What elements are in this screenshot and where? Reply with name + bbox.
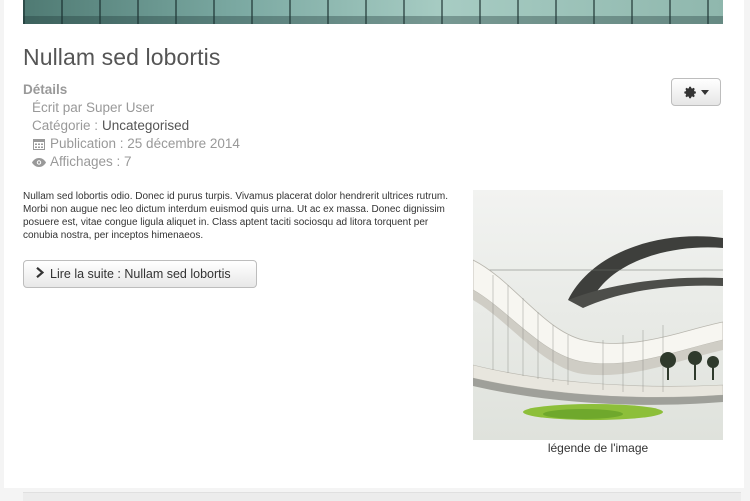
calendar-icon (32, 138, 46, 150)
eye-icon (32, 157, 46, 167)
category-line: Catégorie : Uncategorised (23, 117, 240, 135)
article-body: Nullam sed lobortis odio. Donec id purus… (23, 191, 449, 241)
category-label: Catégorie : (32, 118, 99, 133)
header-image (23, 0, 723, 24)
gear-icon (683, 86, 697, 99)
published-line: Publication : 25 décembre 2014 (23, 135, 240, 153)
article-info: Détails Écrit par Super User Catégorie :… (23, 82, 240, 171)
image-caption: légende de l'image (547, 441, 649, 455)
hits-count: Affichages : 7 (50, 154, 132, 169)
article-title[interactable]: Nullam sed lobortis (23, 44, 220, 71)
article-image (473, 190, 723, 440)
readmore-button[interactable]: Lire la suite : Nullam sed lobortis (23, 260, 257, 288)
hits-line: Affichages : 7 (23, 153, 240, 171)
article-tools-button[interactable] (671, 78, 721, 106)
chevron-right-icon (36, 266, 45, 281)
details-heading: Détails (23, 82, 68, 97)
readmore-label: Lire la suite : Nullam sed lobortis (50, 267, 231, 281)
published-date: Publication : 25 décembre 2014 (50, 136, 240, 151)
caret-down-icon (700, 89, 709, 95)
author-line: Écrit par Super User (23, 99, 240, 117)
author-text: Écrit par Super User (32, 100, 155, 115)
category-link[interactable]: Uncategorised (102, 117, 189, 135)
